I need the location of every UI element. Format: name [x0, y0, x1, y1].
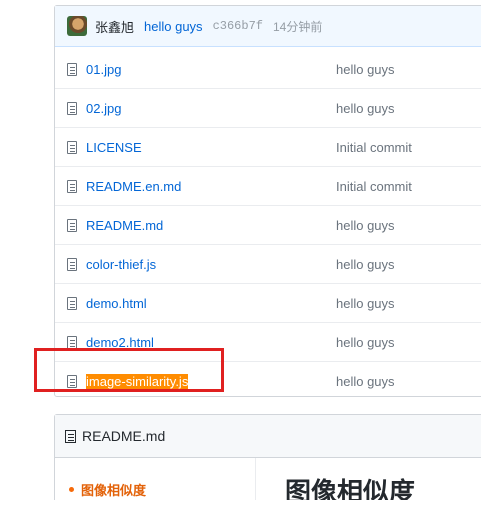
annotation-highlight-box: [34, 348, 224, 392]
file-commit-message[interactable]: hello guys: [336, 257, 395, 272]
toc-item[interactable]: 图像相似度: [69, 480, 146, 499]
readme-title: 图像相似度: [285, 477, 416, 500]
file-name-link[interactable]: 02.jpg: [86, 101, 336, 116]
file-commit-message[interactable]: hello guys: [336, 62, 395, 77]
file-commit-message[interactable]: hello guys: [336, 101, 395, 116]
file-commit-message[interactable]: hello guys: [336, 374, 395, 389]
file-commit-message[interactable]: hello guys: [336, 218, 395, 233]
readme-panel: README.md 图像相似度 图像相似度: [54, 414, 481, 500]
file-icon: [67, 62, 77, 76]
commit-sha[interactable]: c366b7f: [213, 19, 263, 33]
file-name-link[interactable]: LICENSE: [86, 140, 336, 155]
readme-toc: 图像相似度: [55, 458, 256, 500]
bullet-icon: [69, 487, 74, 492]
file-row: README.md hello guys: [55, 205, 481, 244]
file-row: README.en.md Initial commit: [55, 166, 481, 205]
file-name-link[interactable]: README.md: [86, 218, 336, 233]
file-commit-message[interactable]: hello guys: [336, 296, 395, 311]
readme-header: README.md: [55, 415, 481, 458]
file-row: 02.jpg hello guys: [55, 88, 481, 127]
file-icon: [67, 296, 77, 310]
latest-commit-bar: 张鑫旭 hello guys c366b7f 14分钟前: [55, 6, 481, 47]
file-icon: [67, 140, 77, 154]
file-icon: [67, 218, 77, 232]
file-row: color-thief.js hello guys: [55, 244, 481, 283]
repository-page: 张鑫旭 hello guys c366b7f 14分钟前 01.jpg hell…: [8, 5, 481, 500]
file-row: LICENSE Initial commit: [55, 127, 481, 166]
file-icon: [67, 179, 77, 193]
commit-time: 14分钟前: [272, 19, 323, 34]
file-commit-message[interactable]: Initial commit: [336, 179, 412, 194]
file-listing: 张鑫旭 hello guys c366b7f 14分钟前 01.jpg hell…: [54, 5, 481, 397]
file-icon: [67, 335, 77, 349]
file-commit-message[interactable]: hello guys: [336, 335, 395, 350]
file-name-link[interactable]: demo.html: [86, 296, 336, 311]
readme-header-title: README.md: [82, 428, 166, 444]
author-avatar[interactable]: [67, 16, 87, 36]
file-name-link[interactable]: 01.jpg: [86, 62, 336, 77]
file-commit-message[interactable]: Initial commit: [336, 140, 412, 155]
file-name-link[interactable]: color-thief.js: [86, 257, 336, 272]
commit-message[interactable]: hello guys: [144, 19, 203, 34]
book-icon: [65, 429, 76, 443]
file-row: demo.html hello guys: [55, 283, 481, 322]
toc-item-label: 图像相似度: [81, 483, 147, 498]
file-row: 01.jpg hello guys: [55, 50, 481, 88]
file-icon: [67, 101, 77, 115]
file-name-link[interactable]: README.en.md: [86, 179, 336, 194]
screenshot-frame: 张鑫旭 hello guys c366b7f 14分钟前 01.jpg hell…: [0, 0, 481, 505]
readme-body: 图像相似度 图像相似度: [55, 458, 481, 500]
file-icon: [67, 257, 77, 271]
commit-author[interactable]: 张鑫旭: [95, 17, 134, 36]
